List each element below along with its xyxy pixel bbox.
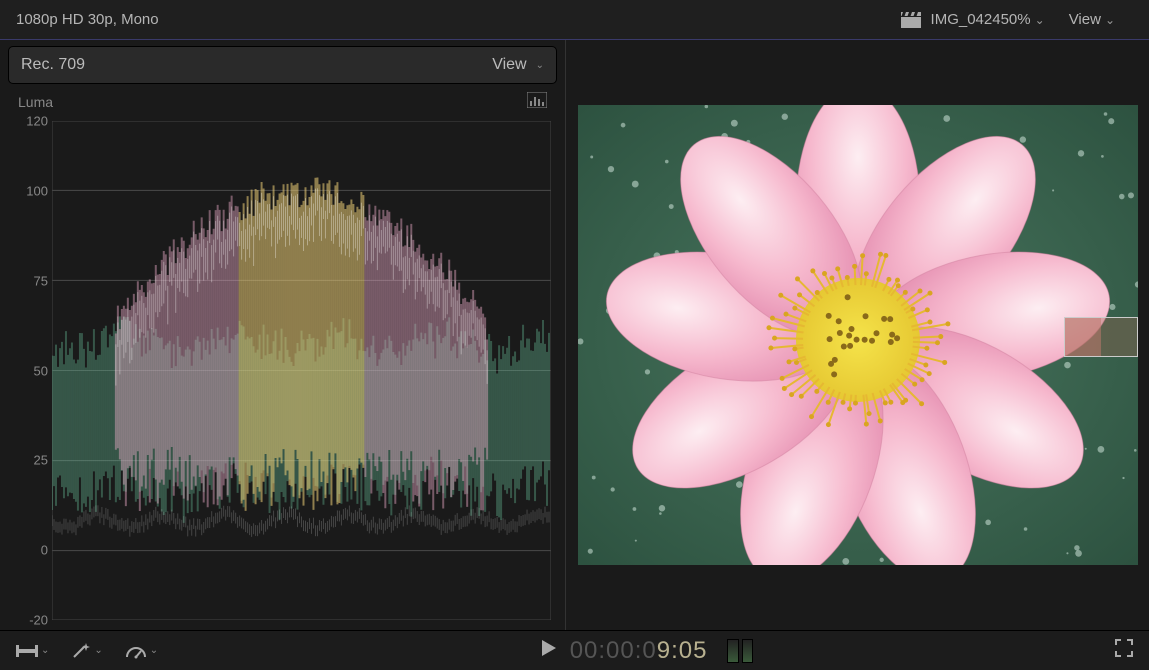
luma-waveform-scope	[52, 121, 551, 620]
viewer-top-bar: 1080p HD 30p, Mono IMG_0424 50%⌄ View⌄	[0, 0, 1149, 40]
viewer-view-dropdown[interactable]: View⌄	[1069, 11, 1133, 28]
timecode-display[interactable]: 00:00:09:05	[570, 636, 708, 665]
trim-tool-dropdown[interactable]: ⌄	[16, 643, 49, 659]
audio-meter	[727, 639, 753, 663]
fullscreen-button[interactable]	[1115, 639, 1133, 662]
format-label: 1080p HD 30p, Mono	[16, 11, 159, 28]
chevron-down-icon: ⌄	[1105, 13, 1115, 27]
scopes-view-dropdown[interactable]: View⌄	[492, 56, 544, 74]
viewer-canvas-area	[566, 40, 1149, 630]
histogram-icon[interactable]	[527, 92, 547, 111]
scopes-header: Rec. 709 View⌄	[8, 46, 557, 84]
scope-type-label: Luma	[18, 94, 53, 110]
clapperboard-icon	[901, 12, 921, 28]
viewer-canvas[interactable]	[578, 105, 1138, 565]
video-scopes-panel: Rec. 709 View⌄ Luma 120 100 75 50 25 0 -…	[0, 40, 566, 630]
retime-speed-dropdown[interactable]: ⌄	[125, 643, 158, 659]
play-button[interactable]	[542, 640, 556, 661]
chevron-down-icon: ⌄	[1035, 13, 1045, 27]
chevron-down-icon: ⌄	[536, 60, 544, 71]
color-space-label: Rec. 709	[21, 56, 85, 74]
zoom-level-dropdown[interactable]: 50%⌄	[1001, 11, 1063, 28]
viewer-overlay-indicator	[1064, 317, 1138, 357]
clip-name: IMG_0424	[931, 11, 1001, 28]
enhance-wand-dropdown[interactable]: ⌄	[71, 642, 102, 660]
scope-y-axis: 120 100 75 50 25 0 -20	[14, 121, 48, 620]
viewer-bottom-toolbar: ⌄ ⌄ ⌄ 00:00:09:05	[0, 630, 1149, 670]
